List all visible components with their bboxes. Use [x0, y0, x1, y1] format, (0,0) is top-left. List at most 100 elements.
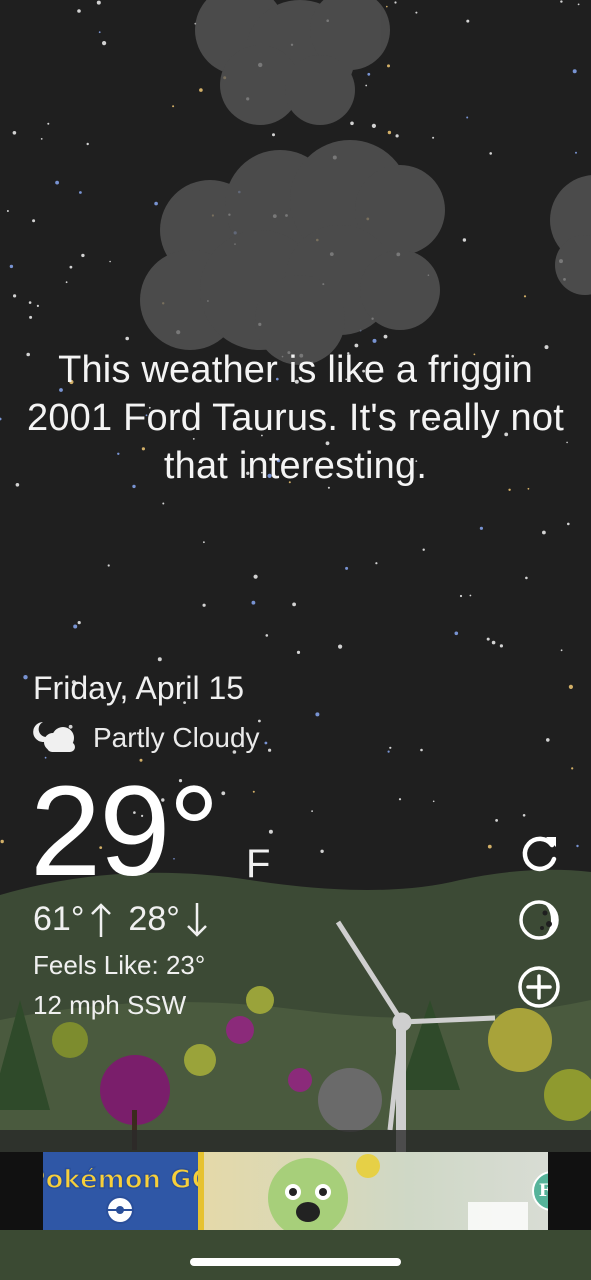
star	[375, 562, 378, 565]
star	[479, 526, 483, 530]
star	[577, 3, 580, 6]
star	[268, 829, 273, 834]
star	[466, 19, 470, 23]
star	[32, 219, 36, 223]
star	[28, 301, 32, 304]
star	[462, 238, 467, 242]
star	[0, 839, 4, 844]
star	[389, 746, 392, 749]
ad-brand-text: Pokémon GO	[43, 1165, 198, 1195]
star	[546, 738, 550, 742]
star	[96, 0, 101, 5]
star	[102, 41, 107, 46]
star	[109, 260, 111, 263]
star	[253, 574, 258, 579]
star	[65, 281, 68, 284]
star	[47, 122, 50, 125]
star	[365, 84, 368, 87]
star	[371, 123, 376, 128]
star	[81, 253, 85, 258]
star	[415, 11, 418, 14]
star	[469, 594, 472, 597]
star	[383, 334, 388, 339]
refresh-icon[interactable]	[516, 831, 562, 877]
moon-cloud-icon	[33, 722, 75, 752]
star	[386, 5, 388, 8]
weather-quote: This weather is like a friggin 2001 Ford…	[27, 349, 564, 487]
background-scene	[0, 0, 591, 1280]
ad-logo: Pokémon GO	[43, 1152, 214, 1230]
star	[296, 650, 301, 655]
star	[6, 210, 9, 212]
star	[292, 602, 296, 607]
star	[29, 315, 33, 319]
star	[203, 541, 205, 544]
star	[40, 138, 43, 140]
star	[487, 844, 492, 849]
star	[459, 594, 463, 598]
star	[86, 142, 89, 146]
star	[162, 502, 165, 505]
star	[576, 844, 579, 848]
high-low-row: 61° 28°	[33, 900, 210, 939]
star	[572, 69, 577, 74]
star	[221, 791, 226, 796]
star	[252, 790, 255, 793]
ad-band-left	[0, 1152, 43, 1230]
wind-info: 12 mph SSW	[33, 990, 187, 1020]
feels-like: Feels Like: 23°	[33, 950, 206, 980]
ad-character	[198, 1152, 528, 1230]
star	[13, 294, 17, 298]
home-indicator[interactable]	[190, 1258, 401, 1266]
star	[486, 637, 490, 641]
star	[350, 121, 354, 126]
star	[272, 133, 275, 137]
star	[367, 72, 371, 76]
star	[567, 522, 570, 526]
star	[264, 741, 268, 745]
star	[320, 849, 324, 853]
star	[395, 134, 399, 138]
star	[12, 131, 17, 135]
condition-text: Partly Cloudy	[93, 722, 260, 753]
star	[154, 201, 158, 206]
star	[522, 814, 526, 817]
star	[44, 756, 47, 759]
star	[9, 264, 14, 269]
star	[495, 819, 498, 822]
star	[398, 798, 402, 801]
star	[36, 304, 40, 307]
condition-row: Partly Cloudy	[33, 720, 260, 756]
ad-band	[0, 1130, 591, 1152]
temperature-unit: F	[246, 842, 271, 886]
ad-band-lower	[0, 1230, 591, 1280]
ad-banner[interactable]: Pokémon GO FREE INSTALL	[43, 1152, 548, 1230]
star	[268, 748, 272, 752]
plus-circle-icon[interactable]	[516, 964, 562, 1010]
star	[394, 1, 397, 4]
star	[98, 31, 101, 34]
star	[525, 576, 528, 580]
star	[77, 621, 81, 625]
star	[499, 644, 503, 648]
star	[372, 338, 377, 343]
star	[172, 105, 175, 108]
star	[157, 657, 162, 662]
star	[542, 530, 546, 535]
star	[387, 130, 392, 135]
date-label: Friday, April 15	[33, 670, 245, 706]
low-temp: 28°	[128, 900, 180, 938]
star	[265, 634, 269, 637]
star	[311, 810, 313, 812]
star	[107, 564, 110, 567]
star	[575, 151, 577, 154]
star	[338, 644, 343, 649]
moon-circle-icon[interactable]	[516, 897, 562, 943]
ad-image: FREE INSTALL	[198, 1152, 548, 1230]
star	[560, 649, 563, 652]
star	[491, 640, 496, 645]
star	[560, 0, 563, 3]
star	[420, 748, 423, 752]
star	[55, 180, 59, 185]
star	[125, 336, 129, 341]
